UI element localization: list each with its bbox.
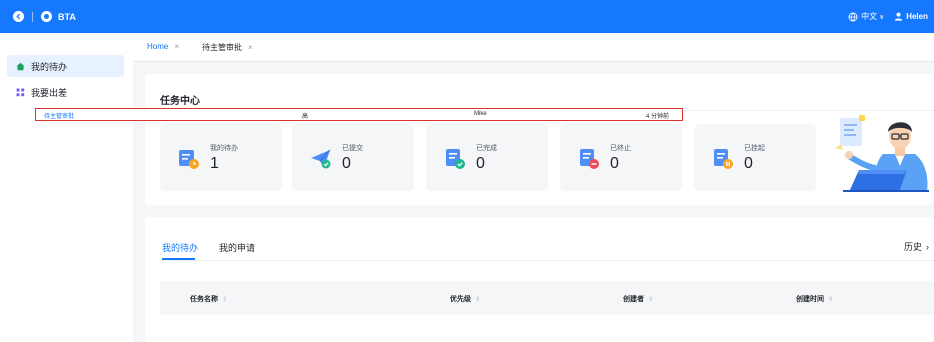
task-name-link[interactable]: 待主管审批 <box>44 111 74 120</box>
tab-manager-approval[interactable]: 待主管审批 × <box>202 42 253 53</box>
stat-value: 0 <box>476 155 485 172</box>
sort-icon[interactable]: ⇕ <box>828 296 833 303</box>
table-header: 任务名称 ⇕ 优先级 ⇕ 创建者 ⇕ 创建时间 ⇕ <box>160 281 934 315</box>
topbar-divider <box>32 11 33 22</box>
task-center-title: 任务中心 <box>160 96 200 107</box>
stat-value: 0 <box>610 155 619 172</box>
stat-label: 我的待办 <box>210 145 238 152</box>
column-header-label: 优先级 <box>450 296 471 303</box>
globe-icon[interactable] <box>848 12 858 22</box>
stat-label: 已完成 <box>476 145 497 152</box>
person-with-laptop-illustration <box>835 115 929 192</box>
tab-label: Home <box>147 42 169 51</box>
top-navigation-bar: BTA 中文 ∨ Helen <box>0 0 934 33</box>
sort-icon[interactable]: ⇕ <box>648 296 653 303</box>
created-time-cell: 4 分钟前 <box>646 114 670 120</box>
priority-cell: 高 <box>302 114 309 120</box>
stat-card-submitted[interactable]: 已提交 0 <box>292 124 414 191</box>
stat-label: 已终止 <box>610 145 631 152</box>
brand-logo-icon <box>41 11 52 22</box>
close-icon[interactable]: × <box>174 42 179 51</box>
chevron-down-icon[interactable]: ∨ <box>879 13 884 21</box>
sidebar-item-label: 我的待办 <box>31 61 68 72</box>
task-center-card: 任务中心 我的待办 1 已提交 0 已完成 0 已终止 0 已挂起 0 <box>145 74 934 205</box>
stat-label: 已挂起 <box>744 145 765 152</box>
column-header-priority[interactable]: 优先级 ⇕ <box>450 294 480 304</box>
column-header-task-name[interactable]: 任务名称 ⇕ <box>190 294 227 304</box>
tasks-list-card: 我的待办 我的申请 历史 › 任务名称 ⇕ 优先级 ⇕ 创建者 ⇕ 创建时间 ⇕ <box>145 217 934 342</box>
stat-card-suspended[interactable]: 已挂起 0 <box>694 124 816 191</box>
table-row[interactable]: 待主管审批 高 Mike 4 分钟前 <box>35 108 683 121</box>
column-header-label: 创建者 <box>623 296 644 303</box>
brand-name: BTA <box>58 11 76 22</box>
sort-icon[interactable]: ⇕ <box>222 296 227 303</box>
column-header-creator[interactable]: 创建者 ⇕ <box>623 294 653 304</box>
user-icon[interactable] <box>894 12 903 21</box>
terminated-doc-icon <box>577 147 601 171</box>
tab-label: 待主管审批 <box>202 43 242 52</box>
tab-home[interactable]: Home × <box>147 42 179 51</box>
creator-cell: Mike <box>474 111 487 117</box>
sidebar-item-my-todo[interactable]: 我的待办 <box>7 55 124 77</box>
history-label: 历史 <box>903 242 922 252</box>
sidebar: 我的待办 我要出差 <box>0 33 133 342</box>
topbar-right: 中文 ∨ Helen <box>848 11 928 22</box>
stat-value: 0 <box>342 155 351 172</box>
column-header-created-time[interactable]: 创建时间 ⇕ <box>796 294 833 304</box>
divider <box>160 260 934 261</box>
stat-label: 已提交 <box>342 145 363 152</box>
user-name[interactable]: Helen <box>906 12 928 21</box>
close-icon[interactable]: × <box>248 43 253 52</box>
stat-value: 0 <box>744 155 753 172</box>
stat-card-my-todo[interactable]: 我的待办 1 <box>160 124 282 191</box>
page-tabs-bar: Home × 待主管审批 × <box>133 33 934 62</box>
done-doc-icon <box>443 147 467 171</box>
sort-icon[interactable]: ⇕ <box>475 296 480 303</box>
sidebar-item-label: 我要出差 <box>31 87 68 98</box>
paper-plane-icon <box>309 147 333 171</box>
stat-card-completed[interactable]: 已完成 0 <box>426 124 548 191</box>
todo-doc-icon <box>177 147 201 171</box>
stat-card-terminated[interactable]: 已终止 0 <box>560 124 682 191</box>
sidebar-item-business-trip[interactable]: 我要出差 <box>7 81 124 103</box>
column-header-label: 创建时间 <box>796 296 824 303</box>
tab-my-applications[interactable]: 我的申请 <box>219 241 255 254</box>
chevron-right-icon: › <box>926 241 929 252</box>
apps-grid-icon <box>16 88 25 97</box>
back-arrow-icon[interactable] <box>13 11 24 22</box>
history-link[interactable]: 历史 › <box>904 240 929 253</box>
home-icon <box>16 62 25 71</box>
language-switcher[interactable]: 中文 <box>861 11 877 22</box>
stat-value: 1 <box>210 155 219 172</box>
suspended-doc-icon <box>711 147 735 171</box>
tab-my-todo[interactable]: 我的待办 <box>162 241 198 254</box>
column-header-label: 任务名称 <box>190 296 218 303</box>
